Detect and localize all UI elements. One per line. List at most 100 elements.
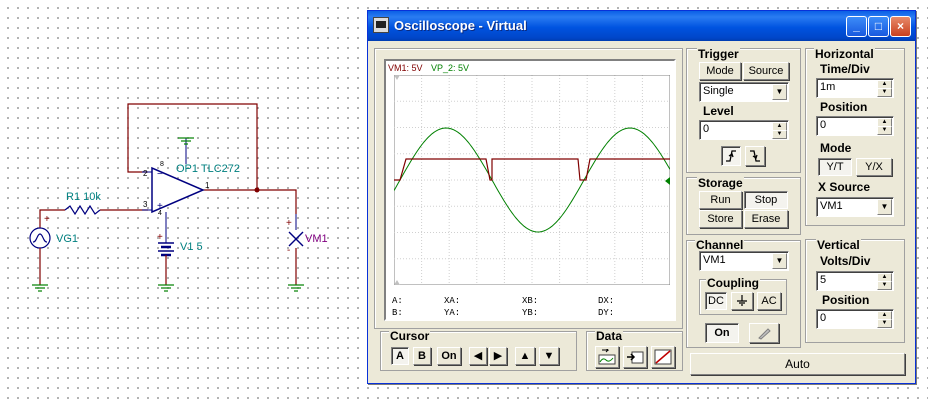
ground-icon (158, 284, 174, 292)
erase-button[interactable]: Erase (744, 210, 788, 228)
title-bar[interactable]: Oscilloscope - Virtual _ □ × (368, 11, 915, 41)
trigger-group: Trigger Mode Source Single ▼ Level 0 ▲ ▼ (686, 47, 801, 173)
trigger-title: Trigger (697, 47, 740, 61)
cursor-title: Cursor (389, 329, 431, 343)
cursor-right-button[interactable]: ▶ (489, 347, 507, 365)
maximize-button[interactable]: □ (868, 16, 889, 37)
falling-edge-button[interactable] (745, 146, 765, 166)
output-wire[interactable] (203, 189, 297, 214)
v-position-label: Position (822, 293, 870, 307)
mode-yx-button[interactable]: Y/X (856, 158, 892, 176)
trigger-mode-button[interactable]: Mode (699, 62, 741, 80)
h-position-value: 0 (820, 119, 827, 131)
resistor-symbol[interactable] (64, 204, 101, 216)
waveform-plot[interactable] (394, 75, 670, 285)
oscilloscope-app-icon (373, 17, 389, 33)
spin-down-icon[interactable]: ▼ (877, 319, 892, 328)
readout-xa: XA: (444, 296, 461, 306)
oscilloscope-window[interactable]: Oscilloscope - Virtual _ □ × VM1: 5V VP_… (367, 10, 916, 384)
level-label: Level (703, 104, 734, 118)
save-icon (627, 351, 644, 364)
oscilloscope-screen[interactable]: VM1: 5V VP_2: 5V A: B: XA: YA: XB: YB: D… (384, 59, 676, 321)
chevron-down-icon[interactable]: ▼ (772, 253, 787, 269)
vertical-title: Vertical (816, 238, 861, 252)
generator-label: VG1 (56, 233, 78, 245)
time-div-value: 1m (820, 81, 836, 93)
mode-yt-button[interactable]: Y/T (818, 158, 852, 176)
chevron-down-icon[interactable]: ▼ (877, 199, 892, 215)
pin-label-1: 1 (205, 181, 210, 190)
rising-edge-icon (726, 150, 736, 162)
svg-text:-: - (287, 245, 290, 256)
readout-b: B: (392, 308, 403, 318)
dc-button[interactable]: DC (705, 292, 727, 310)
auto-button[interactable]: Auto (690, 353, 905, 375)
volts-div-input[interactable]: 5 ▲ ▼ (816, 271, 894, 291)
ground-coupling-button[interactable] (731, 292, 753, 310)
channel-title: Channel (695, 238, 745, 252)
time-div-input[interactable]: 1m ▲ ▼ (816, 78, 894, 98)
cursor-up-button[interactable]: ▲ (515, 347, 535, 365)
signal-generator-icon[interactable] (29, 227, 51, 285)
graph-data-button[interactable] (651, 346, 675, 368)
x-source-label: X Source (818, 180, 871, 194)
store-button[interactable]: Store (699, 210, 742, 228)
cursor-down-button[interactable]: ▼ (539, 347, 559, 365)
schematic-canvas[interactable]: − + 2 3 1 8 4 OP1 TLC272 R1 10k + VG1 + … (0, 0, 370, 400)
x-source-select[interactable]: VM1 ▼ (816, 197, 894, 217)
minimize-button[interactable]: _ (846, 16, 867, 37)
export-data-button[interactable] (595, 346, 619, 368)
readout-yb: YB: (522, 308, 539, 318)
coupling-title: Coupling (706, 276, 760, 290)
cursor-left-button[interactable]: ◀ (469, 347, 487, 365)
cursor-on-button[interactable]: On (437, 347, 461, 365)
ac-button[interactable]: AC (757, 292, 781, 310)
ground-marker (665, 177, 670, 185)
horizontal-title: Horizontal (814, 47, 875, 61)
opamp-label: OP1 TLC272 (176, 163, 240, 175)
window-title: Oscilloscope - Virtual (394, 18, 527, 33)
v-position-input[interactable]: 0 ▲ ▼ (816, 309, 894, 329)
svg-text:−: − (157, 169, 163, 180)
battery-label: V1 5 (180, 241, 203, 253)
opamp-symbol[interactable]: − + (142, 166, 205, 232)
rising-edge-button[interactable] (721, 146, 741, 166)
run-button[interactable]: Run (699, 191, 742, 209)
ground-icon (737, 295, 747, 306)
cursor-a-button[interactable]: A (391, 347, 409, 365)
close-button[interactable]: × (890, 16, 911, 37)
readout-dy: DY: (598, 308, 615, 318)
spin-down-icon[interactable]: ▼ (877, 88, 892, 97)
grid (394, 75, 670, 285)
volts-div-label: Volts/Div (820, 254, 871, 268)
time-div-label: Time/Div (820, 62, 870, 76)
chevron-down-icon[interactable]: ▼ (772, 84, 787, 100)
volts-div-value: 5 (820, 274, 827, 286)
coupling-group: Coupling DC AC (699, 276, 787, 315)
cursor-b-button[interactable]: B (413, 347, 431, 365)
falling-edge-icon (750, 150, 760, 162)
save-data-button[interactable] (623, 346, 647, 368)
trigger-mode-value: Single (703, 85, 734, 97)
channel-select[interactable]: VM1 ▼ (699, 251, 789, 271)
trigger-level-input[interactable]: 0 ▲ ▼ (699, 120, 789, 140)
arrow-up-bar-icon: ▲ (519, 350, 531, 362)
mode-label: Mode (820, 141, 852, 155)
spin-down-icon[interactable]: ▼ (772, 130, 787, 139)
top-marker (394, 75, 400, 80)
pin-label-3: 3 (143, 200, 148, 209)
readout-ya: YA: (444, 308, 461, 318)
data-group: Data (586, 329, 683, 371)
channel-on-button[interactable]: On (705, 323, 739, 343)
color-picker-button[interactable] (749, 323, 779, 343)
stop-button[interactable]: Stop (744, 191, 788, 209)
storage-group: Storage Run Stop Store Erase (686, 176, 801, 235)
trigger-mode-select[interactable]: Single ▼ (699, 82, 789, 102)
ground-icon (288, 284, 304, 292)
trace-legend: VM1: 5V VP_2: 5V (388, 63, 475, 73)
data-title: Data (595, 329, 624, 343)
spin-down-icon[interactable]: ▼ (877, 281, 892, 290)
trigger-source-button[interactable]: Source (743, 62, 789, 80)
h-position-input[interactable]: 0 ▲ ▼ (816, 116, 894, 136)
spin-down-icon[interactable]: ▼ (877, 126, 892, 135)
